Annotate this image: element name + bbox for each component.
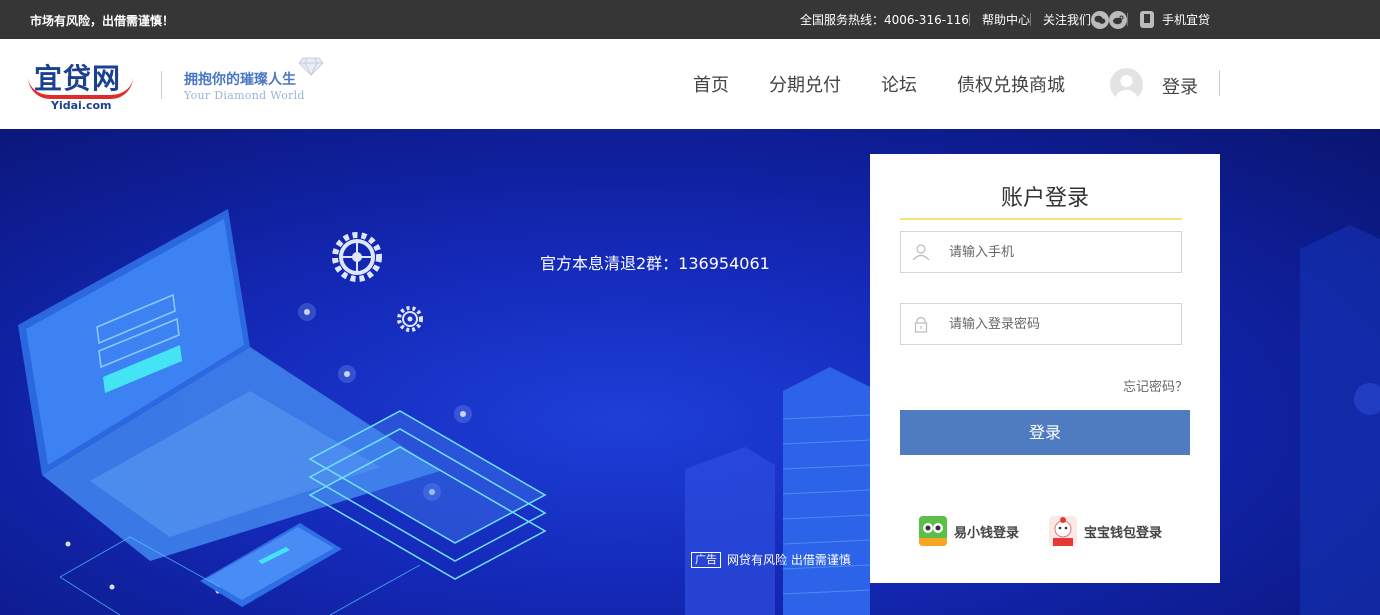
phone-icon [1139, 11, 1154, 28]
forgot-password-link[interactable]: 忘记密码？ [1123, 376, 1188, 395]
baobao-wallet-login[interactable]: 宝宝钱包登录 [1049, 516, 1162, 546]
site-header: 宜贷网 Yidai.com 拥抱你的璀璨人生 Your Diamond Worl… [0, 39, 1380, 129]
slogan-en: Your Diamond World [184, 89, 305, 102]
nav-forum[interactable]: 论坛 [881, 71, 917, 97]
yixiaoqian-login[interactable]: 易小钱登录 [919, 516, 1019, 546]
header-login-link[interactable]: 登录 [1162, 73, 1198, 99]
top-bar: 市场有风险，出借需谨慎！ 全国服务热线：4006-316-116 帮助中心 关注… [0, 0, 1380, 39]
ad-tag: 广告 [691, 551, 721, 568]
risk-warning: 市场有风险，出借需谨慎！ [30, 14, 175, 28]
divider [161, 71, 162, 99]
login-title: 账户登录 [1000, 186, 1089, 211]
gear-icon [332, 232, 382, 282]
site-logo[interactable]: 宜贷网 Yidai.com [28, 57, 138, 113]
login-button[interactable]: 登录 [900, 410, 1190, 455]
main-nav: 首页 分期兑付 论坛 债权兑换商城 [693, 39, 1105, 129]
password-field[interactable] [900, 303, 1182, 345]
mobile-app-link[interactable]: 手机宜贷 [1139, 11, 1210, 28]
divider [1126, 13, 1128, 26]
login-card: 账户登录 忘记密码？ 登录 易小钱登录 [870, 154, 1220, 583]
yixiaoqian-app-icon [919, 516, 947, 546]
divider [1219, 70, 1220, 96]
phone-input[interactable] [949, 232, 1174, 272]
wechat-icon[interactable] [1090, 10, 1109, 29]
laptop-illustration [18, 209, 870, 615]
city-illustration [1300, 225, 1380, 615]
title-underline [900, 218, 1182, 220]
help-center-link[interactable]: 帮助中心 [982, 13, 1030, 27]
phone-field[interactable] [900, 231, 1182, 273]
nav-home[interactable]: 首页 [693, 71, 729, 97]
user-icon [912, 244, 930, 261]
baobao-wallet-login-label: 宝宝钱包登录 [1084, 525, 1163, 541]
yixiaoqian-login-label: 易小钱登录 [954, 525, 1020, 541]
nav-exchange-mall[interactable]: 债权兑换商城 [957, 71, 1065, 97]
hotline-text: 全国服务热线：4006-316-116 [799, 13, 969, 27]
nav-installment[interactable]: 分期兑付 [769, 71, 841, 97]
slogan: 拥抱你的璀璨人生 Your Diamond World [184, 69, 305, 102]
mobile-app-label: 手机宜贷 [1161, 13, 1210, 27]
ad-text: 网贷有风险 出借需谨慎 [727, 553, 851, 567]
diamond-icon [298, 57, 324, 76]
divider [1029, 13, 1031, 26]
top-bar-links: 全国服务热线：4006-316-116 帮助中心 关注我们 手机宜贷 [800, 0, 1210, 39]
follow-us-label: 关注我们 [1042, 13, 1091, 27]
lock-icon [914, 316, 928, 333]
baobao-wallet-app-icon [1049, 516, 1077, 546]
divider [968, 13, 970, 26]
gear-icon [397, 306, 423, 332]
logo-text: 宜贷网 [34, 62, 122, 95]
logo-domain: Yidai.com [51, 99, 112, 112]
promo-text: 官方本息清退2群：136954061 [540, 254, 770, 273]
slogan-cn: 拥抱你的璀璨人生 [184, 72, 296, 88]
avatar-icon[interactable] [1110, 68, 1143, 101]
password-input[interactable] [949, 304, 1174, 344]
weibo-icon[interactable] [1108, 10, 1127, 29]
ad-notice: 广告 网贷有风险 出借需谨慎 [691, 551, 851, 568]
